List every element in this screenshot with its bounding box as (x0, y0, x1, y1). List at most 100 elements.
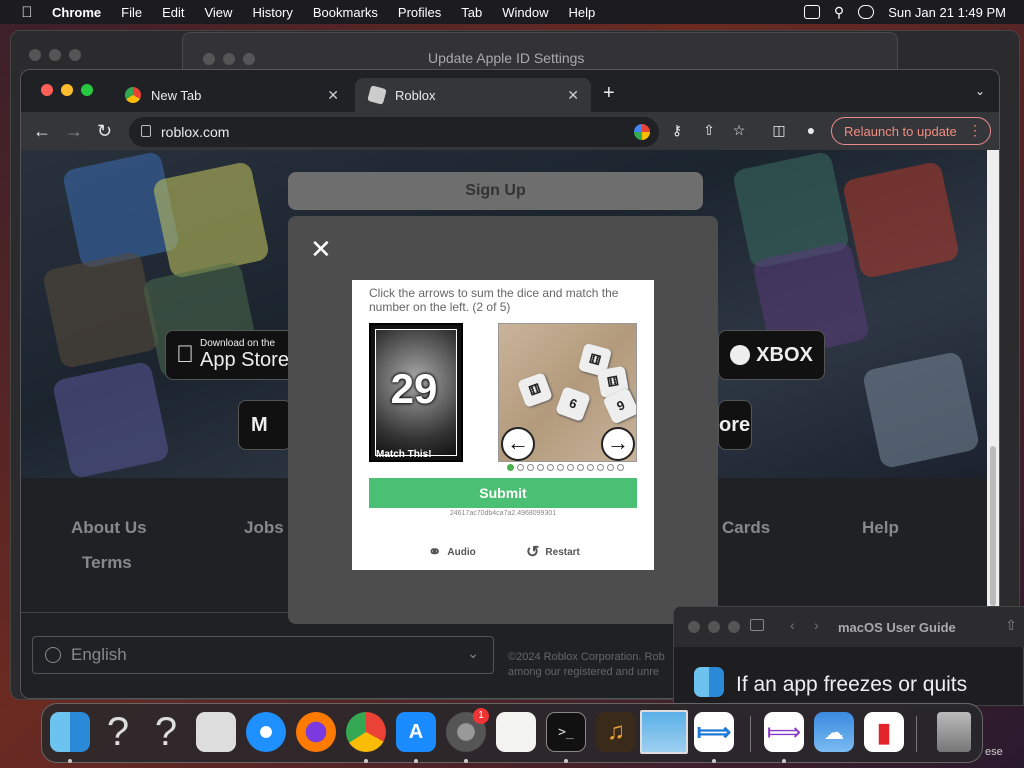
share-icon[interactable]: ⇧ (1005, 617, 1017, 634)
match-this-label: Match This! (376, 449, 432, 460)
new-tab-plus-icon[interactable]: + (603, 82, 615, 105)
app-store-icon[interactable]: A (396, 712, 436, 752)
notification-badge: 1 (473, 708, 489, 724)
menu-help[interactable]: Help (569, 5, 596, 20)
close-window-icon[interactable] (41, 84, 53, 96)
visual-studio-icon[interactable]: ⟾ (764, 712, 804, 752)
firefox-icon[interactable] (296, 712, 336, 752)
relaunch-to-update-button[interactable]: Relaunch to update ⋮ (831, 117, 991, 145)
parallels-icon[interactable]: ▮ (864, 712, 904, 752)
app-store-badge[interactable]:  Download on the App Store (165, 330, 295, 380)
game-tile (841, 160, 961, 280)
weather-icon[interactable]: ☁ (814, 712, 854, 752)
forward-arrow-icon[interactable]: → (65, 121, 83, 142)
screen-mirroring-icon[interactable] (803, 5, 820, 19)
lock-icon (141, 125, 151, 137)
footer-link-jobs[interactable]: Jobs (244, 518, 284, 538)
launchpad-icon[interactable] (196, 712, 236, 752)
chrome-icon[interactable] (346, 712, 386, 752)
update-apple-id-window: Update Apple ID Settings (182, 32, 898, 72)
terminal-icon[interactable]: >_ (546, 712, 586, 752)
close-tab-icon[interactable]: ✕ (327, 87, 339, 104)
menu-window[interactable]: Window (502, 5, 548, 20)
die-face: 6 (555, 386, 591, 422)
menubar-status-area: ⚲ Sun Jan 21 1:49 PM (803, 0, 1006, 24)
restart-label: Restart (545, 546, 580, 558)
back-chevron-icon[interactable]: ‹ (790, 617, 795, 633)
left-arrow-button[interactable]: ← (501, 427, 535, 461)
progress-dot (567, 464, 574, 471)
tab-search-chevron-icon[interactable]: ⌄ (975, 84, 985, 98)
tab-roblox[interactable]: Roblox ✕ (355, 78, 591, 112)
menu-view[interactable]: View (204, 5, 232, 20)
footer-link-terms[interactable]: Terms (82, 553, 132, 573)
dock-separator (750, 716, 751, 752)
footer-link-about[interactable]: About Us (71, 518, 147, 538)
menu-bookmarks[interactable]: Bookmarks (313, 5, 378, 20)
google-lens-icon[interactable] (634, 124, 650, 140)
scrollbar-thumb[interactable] (990, 446, 996, 606)
reload-icon[interactable]: ↻ (97, 121, 112, 142)
language-selector[interactable]: English ⌄ (32, 636, 494, 674)
sidebar-toggle-icon[interactable] (750, 619, 764, 631)
garageband-icon[interactable]: ♫ (596, 712, 636, 752)
captcha-modal: ✕ Click the arrows to sum the dice and m… (288, 216, 718, 624)
minimize-window-icon[interactable] (61, 84, 73, 96)
restart-button[interactable]: ↺ Restart (526, 542, 580, 562)
menu-tab[interactable]: Tab (461, 5, 482, 20)
dice-image: ⚅ ⚅ ⚅ 6 9 ← → (498, 323, 637, 462)
textedit-icon[interactable] (496, 712, 536, 752)
back-arrow-icon[interactable]: ← (33, 121, 51, 142)
right-arrow-button[interactable]: → (601, 427, 635, 461)
safari-icon[interactable] (246, 712, 286, 752)
unknown-app-icon[interactable]: ? (146, 710, 186, 754)
finder-icon[interactable] (50, 712, 90, 752)
guide-heading: If an app freezes or quits (736, 673, 968, 696)
spotlight-search-icon[interactable]: ⚲ (834, 4, 844, 21)
menu-profiles[interactable]: Profiles (398, 5, 441, 20)
close-icon[interactable]: ✕ (310, 234, 332, 265)
side-panel-icon[interactable]: ◫ (771, 122, 787, 138)
tab-new-tab[interactable]: New Tab ✕ (111, 78, 351, 112)
progress-dot (587, 464, 594, 471)
menubar-clock[interactable]: Sun Jan 21 1:49 PM (888, 5, 1006, 20)
preview-icon[interactable] (640, 710, 688, 754)
share-icon[interactable]: ⇧ (701, 122, 717, 138)
game-tile (51, 360, 171, 480)
menu-history[interactable]: History (252, 5, 292, 20)
relaunch-label: Relaunch to update (844, 123, 957, 139)
headphones-icon: ⚭ (428, 544, 442, 561)
key-icon[interactable]: ⚷ (669, 122, 685, 138)
menu-edit[interactable]: Edit (162, 5, 184, 20)
close-tab-icon[interactable]: ✕ (567, 87, 579, 104)
more-vert-icon[interactable]: ⋮ (968, 122, 982, 139)
profile-icon[interactable]: ● (803, 122, 819, 138)
progress-dot (597, 464, 604, 471)
unknown-app-icon[interactable]: ? (98, 710, 138, 754)
zoom-window-icon[interactable] (81, 84, 93, 96)
copyright-text: ©2024 Roblox Corporation. Rob among our … (508, 650, 665, 680)
microsoft-store-badge[interactable]: ore (718, 400, 752, 450)
progress-dot (577, 464, 584, 471)
vscode-icon[interactable]: ⟾ (694, 712, 734, 752)
audio-button[interactable]: ⚭ Audio (428, 542, 476, 562)
bookmark-star-icon[interactable]: ☆ (731, 122, 747, 138)
sign-up-button[interactable]: Sign Up (288, 172, 703, 210)
trash-icon[interactable] (937, 712, 971, 752)
footer-link-cards[interactable]: Cards (722, 518, 770, 538)
ms-store-text: ore (719, 413, 751, 436)
apple-logo-icon:  (176, 341, 194, 369)
progress-dot (517, 464, 524, 471)
meta-quest-badge[interactable]: M (238, 400, 292, 450)
footer-link-help[interactable]: Help (862, 518, 899, 538)
control-center-icon[interactable] (858, 5, 875, 19)
forward-chevron-icon[interactable]: › (814, 617, 819, 633)
submit-button[interactable]: Submit (369, 478, 637, 508)
address-bar[interactable]: roblox.com (129, 117, 659, 147)
dock: ? ? A 1 >_ ♫ ⟾ ⟾ ☁ ▮ (41, 703, 983, 763)
target-number: 29 (390, 365, 438, 412)
apple-menu-icon[interactable]:  (18, 4, 36, 21)
xbox-badge[interactable]: XBOX (718, 330, 825, 380)
menu-file[interactable]: File (121, 5, 142, 20)
menu-app-name[interactable]: Chrome (52, 5, 101, 20)
